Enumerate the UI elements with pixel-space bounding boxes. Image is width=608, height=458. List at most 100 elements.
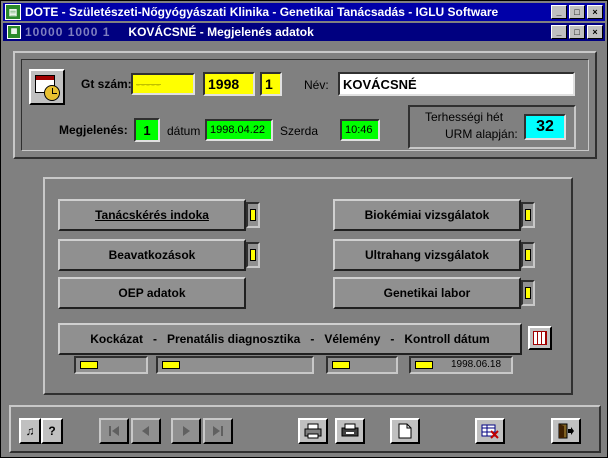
genetikai-button[interactable]: Genetikai labor	[333, 277, 521, 309]
first-record-button[interactable]	[99, 418, 129, 444]
kontroll-date: 1998.06.18	[451, 359, 502, 370]
tanacskeres-button[interactable]: Tanácskérés indoka	[58, 199, 246, 231]
kockazat-status	[74, 356, 148, 374]
prenatalis-label: Prenatális diagnosztika	[166, 332, 301, 346]
gt-ghost-field[interactable]: -----	[131, 73, 195, 95]
help-button[interactable]: ?	[41, 418, 63, 444]
yellow-indicator-icon	[525, 249, 531, 261]
genetikai-indicator	[521, 280, 535, 306]
sub-minimize-button[interactable]: _	[551, 25, 567, 39]
yellow-indicator-icon	[525, 287, 531, 299]
prenatalis-status	[156, 356, 314, 374]
main-window: ▤ DOTE - Születészeti-Nőgyógyászati Klin…	[0, 0, 608, 458]
close-button[interactable]: ×	[587, 5, 603, 19]
print-preview-button[interactable]	[335, 418, 365, 444]
subwindow-title: KOVÁCSNÉ - Megjelenés adatok	[128, 25, 314, 39]
gt-number-field[interactable]: 1	[260, 72, 282, 96]
separator: -	[310, 332, 315, 346]
time-value: 10:46	[345, 124, 373, 136]
beavatkozasok-label: Beavatkozások	[108, 248, 196, 262]
app-icon[interactable]: ▤	[5, 4, 21, 20]
velemeny-label: Vélemény	[324, 332, 381, 346]
exit-button[interactable]	[551, 418, 581, 444]
title-bar[interactable]: ▤ DOTE - Születészeti-Nőgyógyászati Klin…	[3, 3, 605, 21]
gt-label: Gt szám:	[81, 77, 132, 91]
last-record-button[interactable]	[203, 418, 233, 444]
terhesseg-label-1: Terhességi hét	[425, 110, 504, 124]
subwindow-icon[interactable]: ▦	[7, 25, 21, 39]
kontroll-label: Kontroll dátum	[404, 332, 490, 346]
grid-view-button[interactable]	[528, 326, 552, 350]
kontroll-status: 1998.06.18	[409, 356, 513, 374]
day-label: Szerda	[280, 124, 319, 138]
ultrahang-indicator	[521, 242, 535, 268]
music-icon: ♫	[25, 424, 35, 438]
yellow-indicator-icon	[525, 209, 531, 221]
terhesseg-field[interactable]: 32	[524, 114, 566, 140]
subwindow-controls: _ □ ×	[551, 25, 603, 39]
next-record-icon	[183, 426, 190, 436]
calendar-clock-button[interactable]	[29, 69, 65, 105]
new-document-button[interactable]	[390, 418, 420, 444]
gt-ghost-value: -----	[136, 77, 161, 91]
help-icon: ?	[48, 424, 56, 438]
first-record-icon	[109, 426, 119, 436]
kockazat-label: Kockázat	[90, 332, 143, 346]
subwindow-title-bar[interactable]: ▦ 10000 1000 1 KOVÁCSNÉ - Megjelenés ada…	[3, 23, 605, 41]
yellow-indicator-icon	[332, 361, 350, 369]
music-button[interactable]: ♫	[19, 418, 41, 444]
sub-maximize-button[interactable]: □	[569, 25, 585, 39]
record-number: 10000 1000 1	[25, 25, 111, 39]
window-title: DOTE - Születészeti-Nőgyógyászati Klinik…	[25, 5, 499, 19]
prev-record-icon	[142, 426, 149, 436]
print-icon	[304, 423, 322, 439]
sub-close-button[interactable]: ×	[587, 25, 603, 39]
nev-label: Név:	[304, 78, 329, 92]
delete-grid-icon	[481, 424, 499, 439]
workflow-bar-button[interactable]: Kockázat - Prenatális diagnosztika - Vél…	[58, 323, 522, 355]
biokemiai-label: Biokémiai vizsgálatok	[364, 208, 490, 222]
megjelenes-field[interactable]: 1	[134, 118, 160, 142]
time-field[interactable]: 10:46	[340, 119, 380, 141]
gt-number-value: 1	[265, 76, 273, 92]
datum-value: 1998.04.22	[210, 124, 266, 136]
genetikai-label: Genetikai labor	[383, 286, 471, 300]
next-record-button[interactable]	[171, 418, 201, 444]
new-document-icon	[398, 423, 412, 439]
delete-grid-button[interactable]	[475, 418, 505, 444]
datum-field[interactable]: 1998.04.22	[205, 119, 273, 141]
gt-year-value: 1998	[208, 76, 240, 92]
gt-year-field[interactable]: 1998	[203, 72, 255, 96]
biokemiai-indicator	[521, 202, 535, 228]
print-preview-icon	[341, 423, 359, 437]
ultrahang-button[interactable]: Ultrahang vizsgálatok	[333, 239, 521, 271]
yellow-indicator-icon	[80, 361, 98, 369]
beavatkozasok-indicator	[246, 242, 260, 268]
terhesseg-label-2: URM alapján:	[445, 127, 518, 141]
window-controls: _ □ ×	[551, 5, 603, 19]
yellow-indicator-icon	[250, 249, 256, 261]
separator: -	[152, 332, 157, 346]
velemeny-status	[326, 356, 398, 374]
print-button[interactable]	[298, 418, 328, 444]
nev-field[interactable]: KOVÁCSNÉ	[338, 72, 575, 96]
beavatkozasok-button[interactable]: Beavatkozások	[58, 239, 246, 271]
nev-value: KOVÁCSNÉ	[343, 76, 417, 92]
oep-button[interactable]: OEP adatok	[58, 277, 246, 309]
clock-icon	[44, 85, 60, 101]
tanacskeres-label: Tanácskérés indoka	[95, 208, 209, 222]
grid-icon	[533, 331, 547, 345]
minimize-button[interactable]: _	[551, 5, 567, 19]
last-record-icon	[213, 426, 223, 436]
terhesseg-value: 32	[536, 118, 554, 135]
yellow-indicator-icon	[250, 209, 256, 221]
tanacskeres-indicator	[246, 202, 260, 228]
megjelenes-label: Megjelenés:	[59, 123, 128, 137]
datum-label: dátum	[167, 124, 201, 138]
exit-door-icon	[558, 423, 574, 439]
oep-label: OEP adatok	[118, 286, 186, 300]
ultrahang-label: Ultrahang vizsgálatok	[364, 248, 490, 262]
prev-record-button[interactable]	[131, 418, 161, 444]
biokemiai-button[interactable]: Biokémiai vizsgálatok	[333, 199, 521, 231]
maximize-button[interactable]: □	[569, 5, 585, 19]
